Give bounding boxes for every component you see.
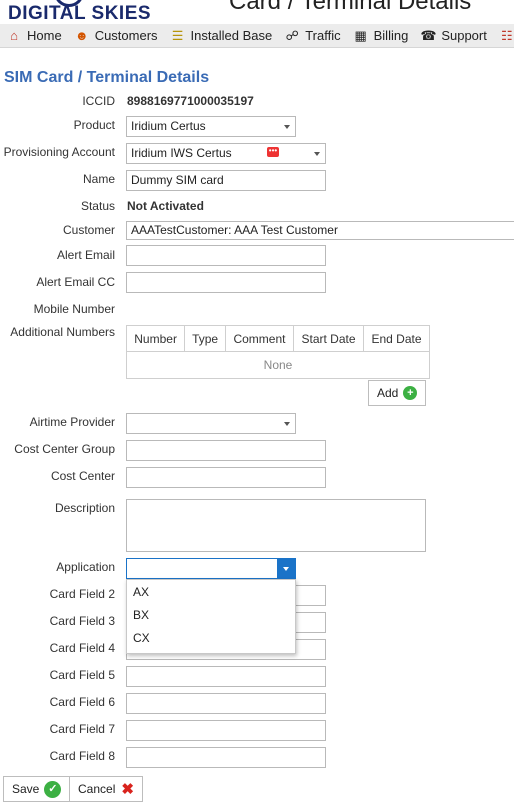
- empty-table-text: None: [126, 351, 430, 379]
- nav-traffic[interactable]: ☍ Traffic: [278, 24, 346, 48]
- iccid-value: 8988169771000035197: [127, 94, 254, 108]
- product-label: Product: [73, 118, 115, 132]
- additional-numbers-table: Number Type Comment Start Date End Date …: [125, 325, 430, 379]
- column-header-type[interactable]: Type: [184, 325, 226, 352]
- main-navbar: ⌂ Home ☻ Customers ☰ Installed Base ☍ Tr…: [0, 24, 514, 48]
- application-option-cx[interactable]: CX: [127, 628, 295, 651]
- nav-customers-label: Customers: [94, 28, 158, 43]
- home-icon: ⌂: [10, 27, 18, 43]
- provisioning-account-select[interactable]: Iridium IWS Certus •••: [126, 143, 326, 164]
- card-field-3-label: Card Field 3: [49, 614, 115, 628]
- mobile-number-label: Mobile Number: [33, 302, 115, 316]
- description-label: Description: [54, 501, 115, 515]
- nav-more[interactable]: ☷: [493, 24, 514, 48]
- installed-base-icon: ☰: [171, 27, 184, 43]
- card-field-8-input[interactable]: [126, 747, 326, 768]
- cancel-button[interactable]: Cancel ✖: [69, 776, 143, 802]
- close-icon: ✖: [121, 781, 134, 798]
- nav-home-label: Home: [27, 28, 62, 43]
- name-label: Name: [82, 172, 115, 186]
- nav-home[interactable]: ⌂ Home: [0, 24, 68, 48]
- page-heading: Card / Terminal Details: [229, 0, 472, 15]
- more-menu-icon: ☷: [501, 27, 513, 43]
- add-number-button[interactable]: Add +: [368, 380, 427, 406]
- provisioning-account-label: Provisioning Account: [3, 145, 115, 159]
- application-label: Application: [56, 560, 115, 574]
- application-dropdown-list: AX BX CX: [126, 579, 296, 654]
- card-field-6-input[interactable]: [126, 693, 326, 714]
- nav-traffic-label: Traffic: [305, 28, 341, 43]
- alert-email-cc-label: Alert Email CC: [36, 275, 115, 289]
- traffic-icon: ☍: [285, 27, 299, 43]
- cost-center-input[interactable]: [126, 467, 326, 488]
- column-header-number[interactable]: Number: [125, 325, 186, 352]
- additional-numbers-label: Additional Numbers: [10, 325, 115, 339]
- column-header-comment[interactable]: Comment: [225, 325, 294, 352]
- card-field-5-label: Card Field 5: [49, 668, 115, 682]
- alert-email-cc-input[interactable]: [126, 272, 326, 293]
- cost-center-label: Cost Center: [50, 469, 115, 483]
- save-button-label: Save: [12, 782, 40, 796]
- checkmark-icon: ✓: [44, 780, 62, 798]
- status-value: Not Activated: [127, 199, 204, 213]
- digital-skies-logo[interactable]: DIGITAL SKIES: [8, 0, 152, 25]
- nav-billing[interactable]: ▦ Billing: [347, 24, 415, 48]
- product-select[interactable]: Iridium Certus: [126, 116, 296, 137]
- alert-email-input[interactable]: [126, 245, 326, 266]
- cancel-button-label: Cancel: [78, 782, 116, 796]
- application-toggle[interactable]: [277, 559, 295, 578]
- alert-email-label: Alert Email: [56, 248, 115, 262]
- card-field-6-label: Card Field 6: [49, 695, 115, 709]
- nav-customers[interactable]: ☻ Customers: [68, 24, 164, 48]
- form-title: SIM Card / Terminal Details: [4, 69, 210, 86]
- chevron-down-icon: [284, 422, 290, 426]
- card-field-7-label: Card Field 7: [49, 722, 115, 736]
- nav-installed-base-label: Installed Base: [190, 28, 273, 43]
- chevron-down-icon: [314, 152, 320, 156]
- provisioning-account-value: Iridium IWS Certus: [131, 146, 232, 160]
- chevron-down-icon: [284, 125, 290, 129]
- product-selected-value: Iridium Certus: [131, 119, 206, 133]
- chevron-down-icon: [283, 567, 289, 571]
- airtime-provider-select[interactable]: [126, 413, 296, 434]
- application-select[interactable]: [126, 558, 296, 579]
- more-badge-icon: •••: [267, 146, 279, 157]
- airtime-provider-label: Airtime Provider: [29, 415, 115, 429]
- name-input[interactable]: Dummy SIM card: [126, 170, 326, 191]
- nav-support-label: Support: [441, 28, 487, 43]
- card-field-4-label: Card Field 4: [49, 641, 115, 655]
- billing-icon: ▦: [354, 27, 367, 43]
- card-field-2-label: Card Field 2: [49, 587, 115, 601]
- customers-icon: ☻: [74, 27, 89, 43]
- nav-installed-base[interactable]: ☰ Installed Base: [164, 24, 279, 48]
- customer-label: Customer: [62, 223, 115, 237]
- application-option-ax[interactable]: AX: [127, 582, 295, 605]
- column-header-start-date[interactable]: Start Date: [292, 325, 365, 352]
- add-plus-icon: +: [403, 386, 418, 400]
- logo-text: DIGITAL SKIES: [8, 3, 152, 24]
- iccid-label: ICCID: [82, 94, 115, 108]
- description-textarea[interactable]: [126, 499, 426, 552]
- status-label: Status: [80, 199, 115, 213]
- card-field-7-input[interactable]: [126, 720, 326, 741]
- card-field-5-input[interactable]: [126, 666, 326, 687]
- cost-center-group-input[interactable]: [126, 440, 326, 461]
- nav-support[interactable]: ☎ Support: [414, 24, 493, 48]
- cost-center-group-label: Cost Center Group: [14, 442, 115, 456]
- nav-billing-label: Billing: [373, 28, 409, 43]
- table-row: None: [126, 351, 430, 379]
- support-icon: ☎: [420, 27, 437, 43]
- save-button[interactable]: Save ✓: [3, 776, 71, 802]
- application-option-bx[interactable]: BX: [127, 605, 295, 628]
- add-button-label: Add: [377, 386, 399, 400]
- customer-input[interactable]: AAATestCustomer: AAA Test Customer: [126, 221, 514, 240]
- card-field-8-label: Card Field 8: [49, 749, 115, 763]
- column-header-end-date[interactable]: End Date: [363, 325, 430, 352]
